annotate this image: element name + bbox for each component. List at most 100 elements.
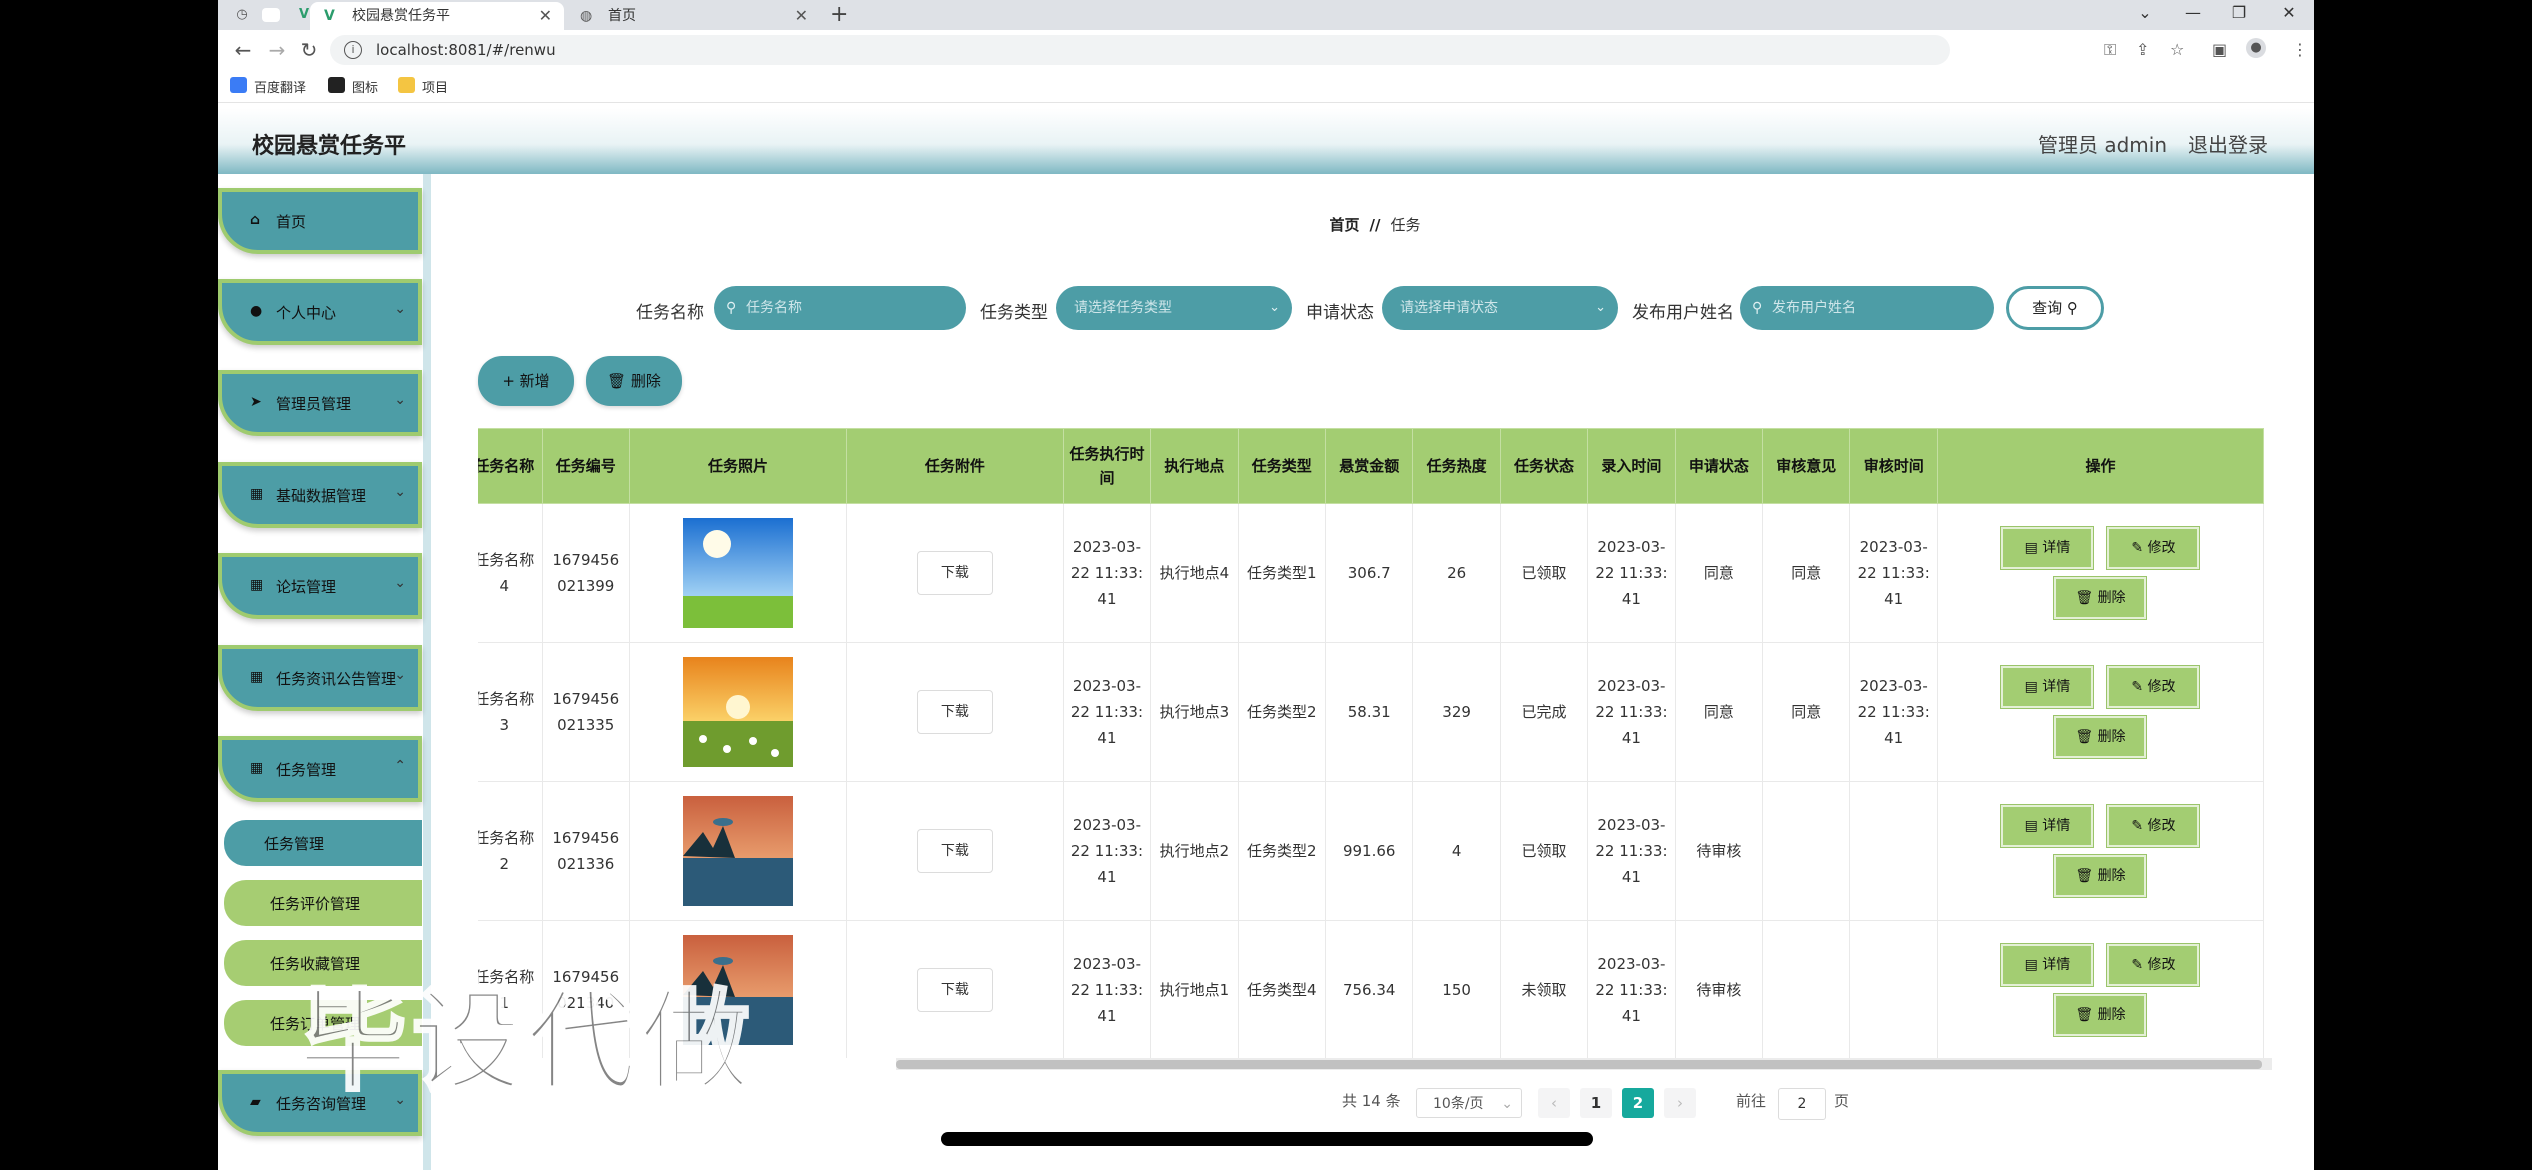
delete-button[interactable]: 🗑 删除 <box>2054 716 2147 758</box>
task-photo-cell <box>628 503 847 643</box>
exec-place-cell: 执行地点2 <box>1150 781 1239 921</box>
tab-home[interactable]: ◍ 首页 ✕ <box>566 2 820 30</box>
side-panel-icon[interactable]: ▣ <box>2212 40 2227 59</box>
task-state-cell: 已完成 <box>1499 642 1589 782</box>
exec-time-cell: 2023-03-22 11:33:41 <box>1062 920 1152 1058</box>
column-header: 审核时间 <box>1849 428 1938 504</box>
bookmarks-bar: 百度翻译 图标 项目 <box>218 70 2314 103</box>
task-type-select[interactable]: 请选择任务类型 ⌄ <box>1056 286 1292 330</box>
tab-group-icon[interactable] <box>262 8 280 22</box>
share-icon[interactable]: ⇪ <box>2136 40 2149 59</box>
bookmark-icons[interactable]: 图标 <box>328 77 378 96</box>
sidebar-item-notice[interactable]: ▦ 任务资讯公告管理 ⌄ <box>218 645 422 711</box>
exec-time-cell: 2023-03-22 11:33:41 <box>1062 781 1152 921</box>
task-photo-sky-icon[interactable] <box>682 518 793 628</box>
edit-button[interactable]: ✎ 修改 <box>2107 527 2200 569</box>
table-horizontal-scrollbar[interactable] <box>896 1058 2272 1070</box>
delete-button[interactable]: 🗑 删除 <box>2054 577 2147 619</box>
sidebar-item-tasks[interactable]: ▦ 任务管理 ⌃ <box>218 736 422 802</box>
site-info-icon[interactable]: i <box>344 41 362 59</box>
star-icon[interactable]: ☆ <box>2170 40 2184 59</box>
apply-status-cell: 同意 <box>1674 503 1764 643</box>
prev-page-button[interactable]: ‹ <box>1538 1088 1570 1118</box>
detail-button[interactable]: ▤ 详情 <box>2001 527 2094 569</box>
trash-icon: 🗑 <box>2075 1007 2094 1023</box>
edit-button[interactable]: ✎ 修改 <box>2107 666 2200 708</box>
sidebar-item-admins[interactable]: ➤ 管理员管理 ⌄ <box>218 370 422 436</box>
key-icon[interactable]: ⚿ <box>2104 40 2116 60</box>
task-state-cell: 未领取 <box>1499 920 1589 1058</box>
publisher-name-input[interactable]: ⚲ 发布用户姓名 <box>1740 286 1994 330</box>
task-code-cell: 1679456021336 <box>541 781 630 921</box>
detail-button[interactable]: ▤ 详情 <box>2001 666 2094 708</box>
task-name-input[interactable]: ⚲ 任务名称 <box>714 286 966 330</box>
pencil-icon: ✎ <box>2131 540 2144 556</box>
delete-button[interactable]: 🗑 删除 <box>2054 855 2147 897</box>
new-tab-icon[interactable]: + <box>830 2 848 28</box>
task-attachment-cell: 下载 <box>845 503 1064 643</box>
trash-icon: 🗑 <box>2075 868 2094 884</box>
page-size-select[interactable]: 10条/页 ⌄ <box>1416 1088 1522 1118</box>
scrollbar-thumb[interactable] <box>896 1060 2262 1069</box>
profile-avatar-icon[interactable]: ● <box>2246 38 2266 58</box>
query-button[interactable]: 查询 ⚲ <box>2006 286 2104 330</box>
breadcrumb-home[interactable]: 首页 <box>1330 216 1360 234</box>
download-button[interactable]: 下载 <box>916 968 993 1012</box>
tab-current[interactable]: V 校园悬赏任务平 ✕ <box>310 2 564 30</box>
history-icon[interactable]: ◷ <box>232 5 252 25</box>
chevron-down-icon: ⌄ <box>1269 300 1280 315</box>
sidebar-item-forum[interactable]: ▦ 论坛管理 ⌄ <box>218 553 422 619</box>
reward-cell: 306.7 <box>1325 503 1414 643</box>
next-page-button[interactable]: › <box>1664 1088 1696 1118</box>
bookmark-translate[interactable]: 百度翻译 <box>230 77 306 96</box>
column-header: 申请状态 <box>1674 428 1764 504</box>
address-bar: ← → ↻ i localhost:8081/#/renwu ⚿ ⇪ ☆ ▣ ●… <box>218 30 2314 70</box>
column-header: 任务状态 <box>1499 428 1589 504</box>
logout-link[interactable]: 退出登录 <box>2188 129 2268 158</box>
download-button[interactable]: 下载 <box>916 829 993 873</box>
page-button-2[interactable]: 2 <box>1622 1088 1654 1118</box>
page-button-1[interactable]: 1 <box>1580 1088 1612 1118</box>
table-row: 任务名称2 1679456021336 下载 2023-03-22 11:33:… <box>478 781 2265 921</box>
goto-page-input[interactable]: 2 <box>1778 1088 1826 1120</box>
download-button[interactable]: 下载 <box>916 551 993 595</box>
tab-search-icon[interactable]: ⌄ <box>2130 3 2160 22</box>
sidebar-item-basic-data[interactable]: ▦ 基础数据管理 ⌄ <box>218 462 422 528</box>
menu-kebab-icon[interactable]: ⋮ <box>2292 40 2308 59</box>
minimize-icon[interactable]: — <box>2178 3 2208 22</box>
bookmark-project[interactable]: 项目 <box>398 77 448 96</box>
sidebar-sub-task-manage[interactable]: 任务管理 <box>224 820 422 866</box>
edit-button[interactable]: ✎ 修改 <box>2107 805 2200 847</box>
window-close-icon[interactable]: ✕ <box>2274 3 2304 22</box>
pencil-icon: ✎ <box>2131 818 2144 834</box>
task-photo-sunset-flowers-icon[interactable] <box>682 657 793 767</box>
delete-button[interactable]: 🗑 删除 <box>2054 994 2147 1036</box>
detail-button[interactable]: ▤ 详情 <box>2001 805 2094 847</box>
detail-button[interactable]: ▤ 详情 <box>2001 944 2094 986</box>
apply-status-select[interactable]: 请选择申请状态 ⌄ <box>1382 286 1618 330</box>
reload-icon[interactable]: ↻ <box>296 38 322 62</box>
url-field[interactable]: i localhost:8081/#/renwu <box>330 35 1950 65</box>
restore-icon[interactable]: ❐ <box>2224 3 2254 22</box>
grid-icon: ▦ <box>250 577 264 593</box>
breadcrumb-separator: // <box>1369 216 1381 234</box>
sidebar-item-home[interactable]: ⌂ 首页 <box>218 188 422 254</box>
close-icon[interactable]: ✕ <box>795 2 808 30</box>
sidebar-item-personal[interactable]: ● 个人中心 ⌄ <box>218 279 422 345</box>
document-icon: ▤ <box>2024 818 2038 834</box>
task-photo-lake-icon[interactable] <box>682 796 793 906</box>
forward-icon[interactable]: → <box>264 38 290 62</box>
sidebar-sub-task-review[interactable]: 任务评价管理 <box>224 880 422 926</box>
column-header: 任务热度 <box>1412 428 1501 504</box>
batch-delete-button[interactable]: 🗑 删除 <box>586 356 682 406</box>
screen: ◷ V V 校园悬赏任务平 ✕ ◍ 首页 ✕ + ⌄ — ❐ ✕ ← → ↻ i… <box>218 0 2314 1170</box>
close-icon[interactable]: ✕ <box>539 2 552 30</box>
back-icon[interactable]: ← <box>230 38 256 62</box>
edit-button[interactable]: ✎ 修改 <box>2107 944 2200 986</box>
home-indicator <box>941 1132 1593 1146</box>
plus-icon: + <box>502 372 515 390</box>
app-title: 校园悬赏任务平 <box>252 134 407 159</box>
column-header: 审核意见 <box>1762 428 1851 504</box>
add-button[interactable]: + 新增 <box>478 356 574 406</box>
download-button[interactable]: 下载 <box>916 690 993 734</box>
